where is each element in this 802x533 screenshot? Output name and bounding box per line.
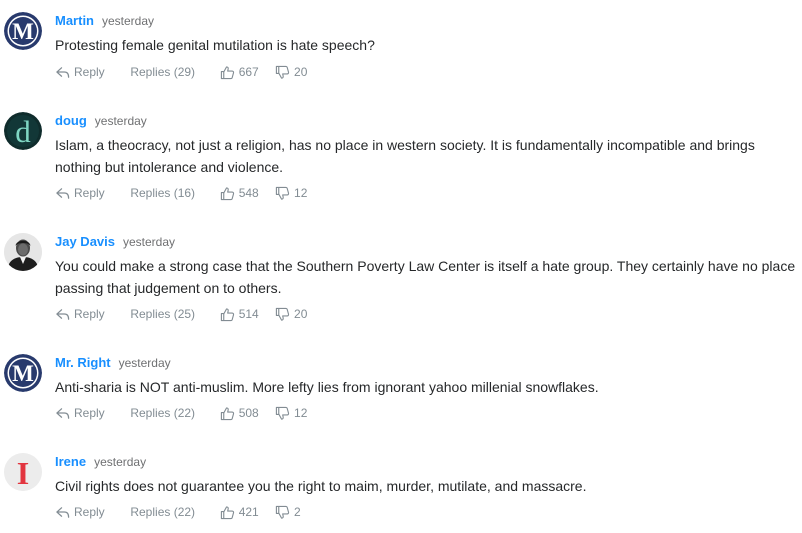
svg-text:M: M (12, 19, 34, 44)
avatar[interactable]: M (4, 12, 42, 50)
comment-header: Jay Davis yesterday (55, 233, 175, 251)
comment-actions: Reply Replies (22) 421 2 (55, 503, 301, 521)
comment-text: Protesting female genital mutilation is … (55, 37, 375, 53)
upvote-button[interactable]: 421 (220, 503, 272, 521)
reply-label: Reply (74, 505, 105, 519)
avatar-portrait (4, 233, 42, 271)
comment: M Martin yesterday Protesting female geni… (0, 12, 802, 87)
avatar-letter-d: d (4, 112, 42, 150)
timestamp: yesterday (94, 114, 147, 128)
reply-label: Reply (74, 65, 105, 79)
comment-list: M Martin yesterday Protesting female geni… (0, 0, 802, 533)
author-name[interactable]: Martin (55, 13, 94, 28)
timestamp: yesterday (123, 235, 176, 249)
reply-label: Reply (74, 307, 105, 321)
timestamp: yesterday (94, 455, 147, 469)
comment-header: Mr. Right yesterday (55, 354, 171, 372)
reply-arrow-icon (56, 506, 70, 518)
thumbs-up-icon (220, 307, 234, 321)
author-name[interactable]: Jay Davis (55, 234, 115, 249)
svg-text:I: I (17, 455, 29, 491)
comment-text: You could make a strong case that the So… (55, 258, 796, 296)
avatar-letter-m: M (4, 354, 42, 392)
comment-header: Irene yesterday (55, 453, 146, 471)
comment-text: Islam, a theocracy, not just a religion,… (55, 137, 755, 175)
thumbs-up-icon (220, 406, 234, 420)
reply-button[interactable]: Reply (55, 503, 127, 521)
downvote-button[interactable]: 20 (275, 305, 307, 323)
upvote-button[interactable]: 548 (220, 184, 272, 202)
avatar[interactable]: d (4, 112, 42, 150)
svg-text:M: M (12, 361, 34, 386)
thumbs-down-icon (275, 406, 290, 420)
avatar-letter-i: I (4, 453, 42, 491)
comment-actions: Reply Replies (29) 667 20 (55, 63, 307, 81)
thumbs-down-icon (275, 65, 290, 79)
downvote-count: 12 (294, 186, 308, 200)
avatar[interactable]: M (4, 354, 42, 392)
reply-label: Reply (74, 406, 105, 420)
thumbs-down-icon (275, 186, 290, 200)
reply-label: Reply (74, 186, 105, 200)
comment: M Mr. Right yesterday Anti-sharia is NOT … (0, 354, 802, 429)
comment-actions: Reply Replies (25) 514 20 (55, 305, 307, 323)
upvote-button[interactable]: 514 (220, 305, 272, 323)
reply-arrow-icon (56, 66, 70, 78)
author-name[interactable]: Irene (55, 454, 86, 469)
author-name[interactable]: Mr. Right (55, 355, 111, 370)
reply-arrow-icon (56, 187, 70, 199)
downvote-button[interactable]: 12 (275, 404, 307, 422)
reply-button[interactable]: Reply (55, 305, 127, 323)
thumbs-down-icon (275, 505, 290, 519)
upvote-button[interactable]: 508 (220, 404, 272, 422)
thumbs-down-icon (275, 307, 290, 321)
comment-text: Civil rights does not guarantee you the … (55, 478, 587, 494)
upvote-count: 667 (238, 65, 259, 79)
thumbs-up-icon (220, 505, 234, 519)
upvote-count: 548 (238, 186, 259, 200)
comment-header: Martin yesterday (55, 12, 154, 30)
comment-actions: Reply Replies (22) 508 12 (55, 404, 307, 422)
timestamp: yesterday (102, 14, 155, 28)
upvote-count: 514 (238, 307, 259, 321)
reply-button[interactable]: Reply (55, 63, 127, 81)
downvote-count: 20 (294, 307, 308, 321)
comment: I Irene yesterday Civil rights does not g… (0, 453, 802, 528)
comment: Jay Davis yesterday You could make a stro… (0, 233, 802, 328)
downvote-count: 20 (294, 65, 308, 79)
replies-toggle[interactable]: Replies (16) (130, 184, 216, 202)
comment-actions: Reply Replies (16) 548 12 (55, 184, 307, 202)
reply-button[interactable]: Reply (55, 404, 127, 422)
comment-header: doug yesterday (55, 112, 147, 130)
reply-button[interactable]: Reply (55, 184, 127, 202)
comment: d doug yesterday Islam, a theocracy, not … (0, 112, 802, 207)
upvote-count: 421 (238, 505, 259, 519)
timestamp: yesterday (118, 356, 171, 370)
avatar[interactable] (4, 233, 42, 271)
avatar[interactable]: I (4, 453, 42, 491)
avatar-letter-m: M (4, 12, 42, 50)
comment-text: Anti-sharia is NOT anti-muslim. More lef… (55, 379, 599, 395)
downvote-button[interactable]: 2 (275, 503, 301, 521)
reply-arrow-icon (56, 407, 70, 419)
author-name[interactable]: doug (55, 113, 87, 128)
reply-arrow-icon (56, 308, 70, 320)
thumbs-up-icon (220, 65, 234, 79)
replies-toggle[interactable]: Replies (25) (130, 305, 216, 323)
upvote-count: 508 (238, 406, 259, 420)
downvote-count: 2 (294, 505, 301, 519)
downvote-count: 12 (294, 406, 308, 420)
svg-text:d: d (15, 114, 31, 149)
upvote-button[interactable]: 667 (220, 63, 272, 81)
thumbs-up-icon (220, 186, 234, 200)
downvote-button[interactable]: 20 (275, 63, 307, 81)
replies-toggle[interactable]: Replies (29) (130, 63, 216, 81)
replies-toggle[interactable]: Replies (22) (130, 503, 216, 521)
replies-toggle[interactable]: Replies (22) (130, 404, 216, 422)
downvote-button[interactable]: 12 (275, 184, 307, 202)
